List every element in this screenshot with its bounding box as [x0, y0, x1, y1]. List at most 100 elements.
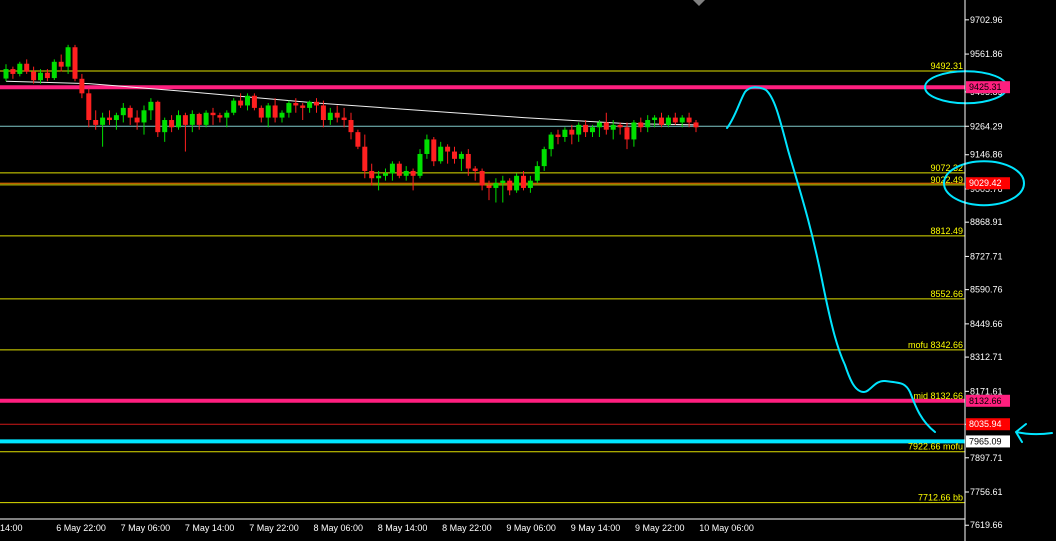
y-tick-label-10: 8312.71 — [970, 352, 1003, 362]
candle-body-22 — [155, 101, 161, 133]
candle-body-6 — [44, 72, 50, 79]
candle-body-19 — [134, 117, 140, 123]
candle-body-64 — [445, 146, 451, 152]
candle-body-60 — [417, 153, 423, 176]
candle-body-41 — [286, 103, 292, 113]
candle-body-67 — [465, 153, 471, 169]
candle-body-20 — [141, 110, 147, 123]
candle-body-70 — [486, 185, 492, 188]
x-tick-label-1: 6 May 22:00 — [56, 523, 106, 533]
x-tick-label-0: 14:00 — [0, 523, 23, 533]
candle-body-72 — [500, 180, 506, 184]
price-tag-0: 9425.31 — [969, 82, 1002, 92]
candle-body-31 — [217, 115, 223, 118]
candle-body-98 — [679, 117, 685, 123]
level-label-12: 7922.66 mofu — [908, 442, 963, 452]
candle-body-94 — [652, 117, 658, 121]
candle-body-11 — [79, 78, 85, 94]
candle-body-27 — [189, 113, 195, 125]
candle-body-55 — [383, 173, 388, 176]
candle-body-24 — [169, 120, 175, 128]
candle-body-42 — [293, 103, 299, 106]
candle-body-58 — [403, 170, 409, 176]
y-tick-label-0: 9702.96 — [970, 15, 1003, 25]
candle-body-95 — [659, 117, 664, 125]
price-tag-1: 9029.42 — [969, 178, 1002, 188]
candle-body-53 — [369, 170, 375, 179]
candle-body-47 — [327, 112, 333, 121]
candle-body-48 — [334, 112, 340, 118]
candle-body-86 — [596, 122, 602, 128]
y-tick-label-14: 7756.61 — [970, 487, 1003, 497]
level-label-9: mid 8132.66 — [913, 391, 963, 401]
candle-body-38 — [265, 105, 271, 118]
candle-body-57 — [396, 163, 402, 176]
candle-body-33 — [231, 100, 237, 113]
candle-body-51 — [355, 132, 361, 147]
candle-body-59 — [410, 170, 416, 176]
candle-body-61 — [424, 139, 430, 154]
y-tick-label-3: 9264.29 — [970, 121, 1003, 131]
candle-body-35 — [245, 95, 250, 106]
price-tag-3: 8035.94 — [969, 419, 1002, 429]
x-tick-label-11: 10 May 06:00 — [699, 523, 754, 533]
candle-body-8 — [58, 61, 64, 67]
candle-body-73 — [507, 180, 513, 191]
x-tick-label-4: 7 May 22:00 — [249, 523, 299, 533]
x-tick-label-7: 8 May 22:00 — [442, 523, 492, 533]
candle-body-25 — [176, 115, 181, 128]
forecast-path — [726, 86, 936, 433]
time-axis: 14:00 6 May 22:00 7 May 06:00 7 May 14:00 7 … — [0, 518, 965, 533]
candle-body-97 — [672, 117, 678, 123]
candle-body-100 — [693, 122, 699, 128]
candle-body-21 — [148, 101, 154, 111]
x-tick-label-10: 9 May 22:00 — [635, 523, 685, 533]
level-label-8: mofu 8342.66 — [908, 340, 963, 350]
y-tick-label-6: 8868.91 — [970, 217, 1003, 227]
candle-body-63 — [438, 146, 444, 162]
candle-body-93 — [645, 120, 651, 128]
arrow-7965 — [1015, 423, 1053, 443]
y-tick-label-4: 9146.86 — [970, 150, 1003, 160]
x-tick-label-9: 9 May 14:00 — [571, 523, 621, 533]
candle-body-45 — [314, 101, 319, 106]
y-tick-label-9: 8449.66 — [970, 319, 1003, 329]
candle-body-96 — [665, 117, 671, 125]
y-tick-label-1: 9561.86 — [970, 49, 1003, 59]
candle-body-80 — [555, 134, 561, 137]
level-label-7: 8552.66 — [930, 289, 963, 299]
candle-body-91 — [631, 122, 637, 140]
price-tag-4: 7965.09 — [969, 436, 1002, 446]
candle-body-75 — [521, 175, 526, 188]
candle-body-87 — [603, 122, 609, 130]
candle-body-40 — [279, 112, 285, 118]
candle-body-36 — [251, 95, 257, 108]
candle-body-12 — [86, 93, 92, 121]
candle-body-46 — [320, 105, 326, 121]
candles — [3, 44, 699, 203]
candle-body-84 — [583, 124, 589, 133]
candle-body-82 — [569, 129, 575, 135]
candle-body-26 — [182, 115, 188, 125]
candle-body-10 — [72, 47, 78, 79]
candle-body-9 — [65, 47, 71, 67]
candle-body-29 — [203, 112, 209, 125]
candle-body-17 — [120, 107, 126, 116]
candle-body-74 — [514, 175, 520, 191]
level-label-6: 8812.49 — [930, 226, 963, 236]
candle-body-79 — [548, 134, 554, 150]
candle-body-0 — [3, 69, 9, 79]
candle-body-99 — [686, 117, 692, 123]
price-tag-2: 8132.66 — [969, 396, 1002, 406]
candle-body-85 — [590, 127, 595, 133]
y-tick-label-8: 8590.76 — [970, 285, 1003, 295]
candle-body-39 — [272, 105, 278, 118]
x-tick-label-3: 7 May 14:00 — [185, 523, 235, 533]
candle-body-4 — [31, 71, 37, 81]
candle-body-34 — [238, 100, 244, 106]
horizontal-levels: 9492.319072.329022.498812.498552.66mofu … — [0, 61, 965, 504]
candle-body-68 — [472, 168, 478, 171]
candle-body-69 — [479, 170, 485, 186]
price-chart: 9492.319072.329022.498812.498552.66mofu … — [0, 0, 1053, 541]
candle-body-37 — [258, 107, 264, 118]
